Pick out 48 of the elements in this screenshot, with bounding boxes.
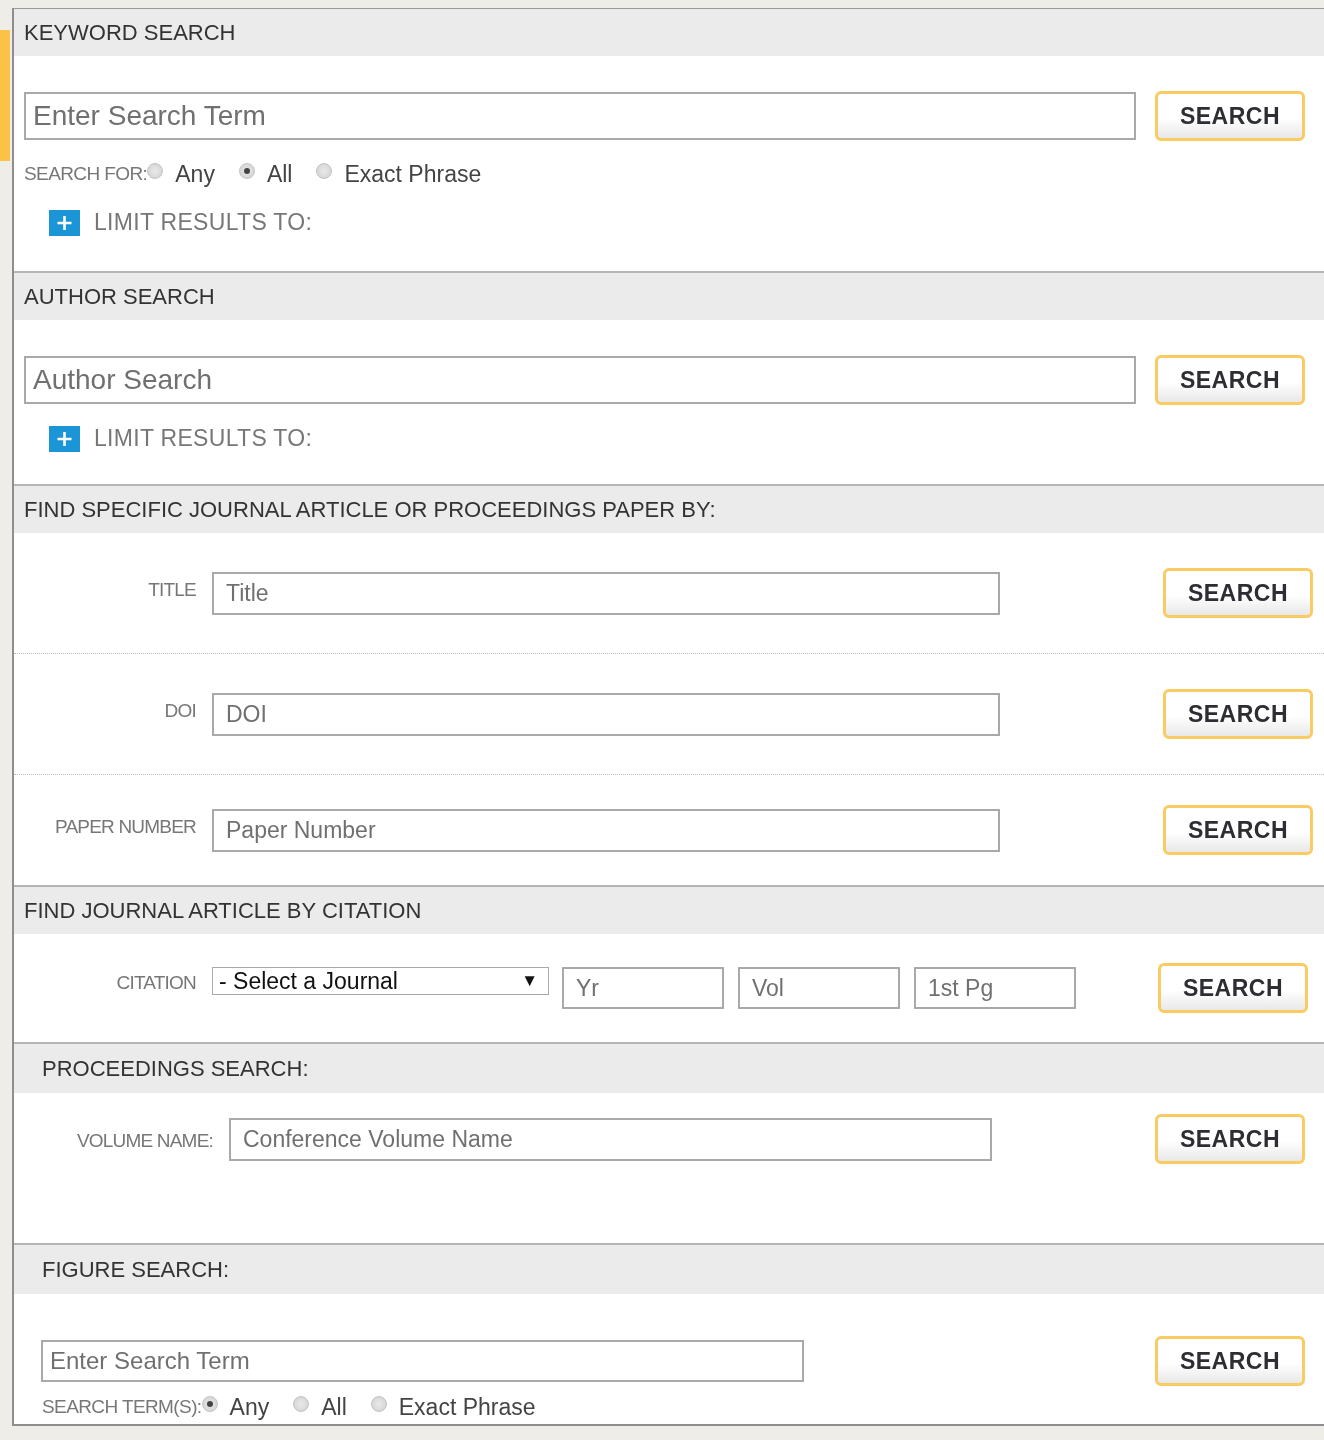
option-label[interactable]: Any <box>175 160 215 188</box>
search-button[interactable]: SEARCH <box>1163 568 1313 618</box>
field-label: TITLE <box>147 580 196 599</box>
text-field[interactable]: Conference Volume Name <box>229 1118 992 1161</box>
citation-field[interactable]: Yr <box>562 967 724 1009</box>
radio-button[interactable] <box>201 1396 218 1412</box>
text-field[interactable]: DOI <box>212 692 1000 736</box>
radio-group-label: SEARCH FOR: <box>24 163 148 185</box>
search-button[interactable]: SEARCH <box>1155 1114 1305 1164</box>
search-button[interactable]: SEARCH <box>1163 805 1313 855</box>
search-button[interactable]: SEARCH <box>1163 689 1313 739</box>
option-label[interactable]: All <box>321 1393 347 1421</box>
citation-field[interactable]: 1st Pg <box>914 967 1076 1009</box>
radio-group-label: SEARCH TERM(S): <box>42 1396 202 1418</box>
section-title: PROCEEDINGS SEARCH: <box>42 1055 309 1082</box>
citation-field[interactable]: Vol <box>738 967 900 1009</box>
search-button[interactable]: SEARCH <box>1158 963 1308 1013</box>
section-title: AUTHOR SEARCH <box>24 283 215 310</box>
section-title: KEYWORD SEARCH <box>24 19 236 46</box>
search-button[interactable]: SEARCH <box>1155 91 1305 141</box>
limit-results-label[interactable]: LIMIT RESULTS TO: <box>94 425 313 452</box>
plus-icon[interactable] <box>49 209 80 236</box>
text-field[interactable]: Title <box>212 571 1000 615</box>
option-label[interactable]: Any <box>229 1393 270 1421</box>
field-label: CITATION <box>115 973 196 992</box>
plus-icon[interactable] <box>49 425 80 452</box>
radio-button[interactable] <box>316 163 333 179</box>
radio-button[interactable] <box>147 163 164 179</box>
option-label[interactable]: All <box>266 160 293 188</box>
option-label[interactable]: Exact Phrase <box>398 1393 536 1421</box>
field-label: PAPER NUMBER <box>53 817 196 836</box>
radio-button[interactable] <box>238 163 255 179</box>
limit-results-label[interactable]: LIMIT RESULTS TO: <box>94 209 313 236</box>
field-label: DOI <box>163 701 196 720</box>
radio-button[interactable] <box>370 1396 387 1412</box>
search-button[interactable]: SEARCH <box>1155 355 1305 405</box>
search-field[interactable]: Enter Search Term <box>41 1340 804 1382</box>
journal-select[interactable]: - Select a Journal ▼ <box>212 967 549 995</box>
search-field[interactable]: Author Search <box>24 356 1136 404</box>
section-title: FIND SPECIFIC JOURNAL ARTICLE OR PROCEEDINGS PAPER BY: <box>24 496 716 523</box>
section-title: FIND JOURNAL ARTICLE BY CITATION <box>24 897 422 924</box>
radio-button[interactable] <box>293 1396 310 1412</box>
field-label: VOLUME NAME: <box>75 1129 213 1151</box>
section-title: FIGURE SEARCH: <box>42 1256 230 1283</box>
text-field[interactable]: Paper Number <box>212 808 1000 852</box>
option-label[interactable]: Exact Phrase <box>344 160 482 188</box>
search-button[interactable]: SEARCH <box>1155 1336 1305 1386</box>
search-field[interactable]: Enter Search Term <box>24 92 1136 140</box>
